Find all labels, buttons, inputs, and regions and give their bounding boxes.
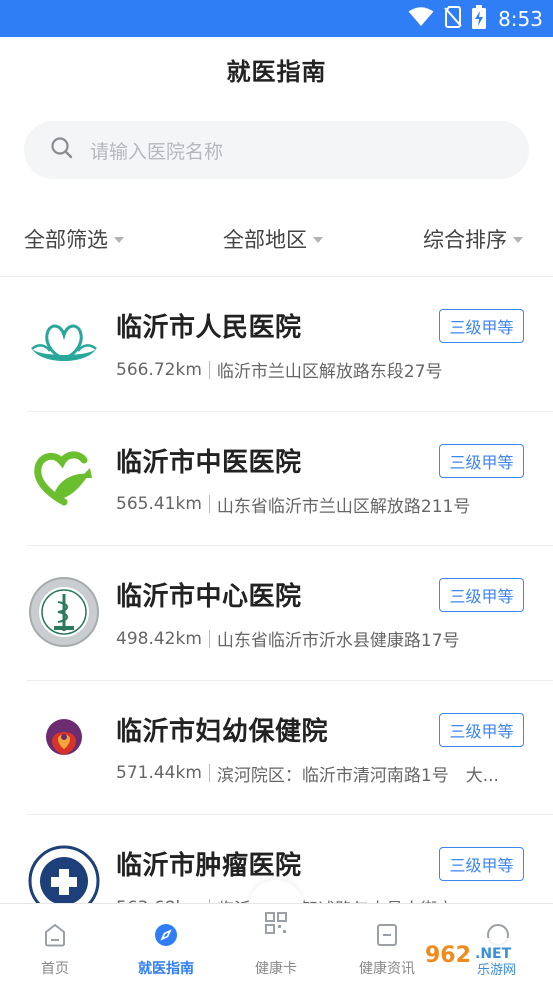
meta-divider — [208, 360, 210, 379]
wifi-icon — [408, 6, 434, 31]
hospital-level-badge: 三级甲等 — [439, 309, 524, 343]
central-hospital-logo — [28, 576, 100, 648]
no-sim-icon — [444, 5, 462, 32]
hospital-item[interactable]: 临沂市人民医院 三级甲等 566.72km 临沂市兰山区解放路东段27号 — [0, 277, 553, 412]
renmin-hospital-logo — [28, 307, 100, 379]
svg-text:乐游网: 乐游网 — [477, 963, 516, 978]
hospital-address: 山东省临沂市兰山区解放路211号 — [216, 496, 471, 517]
hospital-address: 山东省临沂市沂水县健康路17号 — [216, 631, 460, 651]
meta-divider — [208, 495, 210, 513]
hospital-distance: 565.41km — [116, 494, 202, 514]
battery-charging-icon — [472, 4, 487, 33]
hospital-item[interactable]: 临沂市中心医院 三级甲等 498.42km 山东省临沂市沂水县健康路17号 — [0, 546, 553, 681]
hospital-name: 临沂市妇幼保健院 — [116, 716, 329, 747]
filter-sort[interactable]: 综合排序 — [423, 210, 523, 268]
hospital-item[interactable]: 临沂市妇幼保健院 三级甲等 571.44km 滨河院区：临沂市清河南路1号 大.… — [0, 681, 553, 815]
filter-label: 综合排序 — [423, 228, 507, 252]
hospital-level-badge: 三级甲等 — [439, 847, 524, 881]
hospital-level-badge: 三级甲等 — [439, 443, 524, 478]
filter-all[interactable]: 全部筛选 — [24, 210, 124, 268]
svg-text:.NET: .NET — [475, 946, 512, 962]
hospital-meta: 498.42km 山东省临沂市沂水县健康路17号 — [116, 626, 531, 652]
nav-label: 首页 — [41, 961, 69, 977]
hospital-name: 临沂市中医医院 — [116, 447, 302, 478]
compass-icon — [154, 922, 178, 948]
hospital-meta: 565.41km 山东省临沂市兰山区解放路211号 — [116, 492, 531, 517]
status-bar: 8:53 — [0, 0, 553, 37]
site-watermark: 962 .NET 乐游网 — [415, 936, 550, 980]
page-title: 就医指南 — [226, 57, 327, 86]
svg-text:962: 962 — [425, 943, 471, 968]
hospital-meta: 571.44km 滨河院区：临沂市清河南路1号 大... — [116, 761, 531, 786]
hospital-item[interactable]: 临沂市中医医院 三级甲等 565.41km 山东省临沂市兰山区解放路211号 — [0, 412, 553, 546]
maternal-child-hospital-logo — [28, 711, 100, 783]
clock: 8:53 — [498, 6, 543, 31]
nav-health-card[interactable]: 健康卡 — [221, 904, 331, 983]
search-placeholder: 请输入医院名称 — [90, 140, 224, 163]
filter-region[interactable]: 全部地区 — [223, 210, 323, 268]
meta-divider — [208, 629, 210, 648]
home-icon — [44, 922, 66, 948]
hospital-distance: 566.72km — [116, 359, 202, 380]
hospital-level-badge: 三级甲等 — [439, 578, 524, 612]
hospital-address: 临沂市兰山区解放路东段27号 — [216, 362, 443, 382]
news-icon — [376, 922, 398, 948]
caret-down-icon — [114, 237, 124, 243]
tcm-hospital-logo — [28, 442, 100, 514]
hospital-level-badge: 三级甲等 — [439, 712, 524, 747]
hospital-meta: 566.72km 临沂市兰山区解放路东段27号 — [116, 357, 531, 383]
nav-label: 就医指南 — [138, 961, 194, 977]
hospital-name: 临沂市肿瘤医院 — [116, 851, 302, 881]
search-icon — [50, 136, 74, 164]
filter-bar: 全部筛选 全部地区 综合排序 — [0, 210, 553, 268]
hospital-distance: 571.44km — [116, 763, 202, 783]
nav-label: 健康卡 — [255, 961, 297, 977]
filter-label: 全部地区 — [223, 228, 307, 252]
caret-down-icon — [513, 237, 523, 243]
filter-label: 全部筛选 — [24, 228, 108, 252]
hospital-address: 滨河院区：临沂市清河南路1号 大... — [216, 765, 499, 786]
qrcode-icon — [264, 910, 288, 936]
status-icons: 8:53 — [408, 0, 543, 37]
hospital-name: 临沂市人民医院 — [116, 313, 302, 343]
nav-label: 健康资讯 — [359, 961, 415, 977]
hospital-name: 临沂市中心医院 — [116, 582, 302, 612]
meta-divider — [208, 764, 210, 782]
search-input[interactable]: 请输入医院名称 — [24, 121, 529, 179]
caret-down-icon — [313, 237, 323, 243]
page-header: 就医指南 — [0, 37, 553, 101]
hospital-distance: 498.42km — [116, 628, 202, 649]
nav-home[interactable]: 首页 — [0, 904, 110, 983]
nav-guide[interactable]: 就医指南 — [111, 904, 221, 983]
hospital-list: 临沂市人民医院 三级甲等 566.72km 临沂市兰山区解放路东段27号 临沂市… — [0, 277, 553, 950]
